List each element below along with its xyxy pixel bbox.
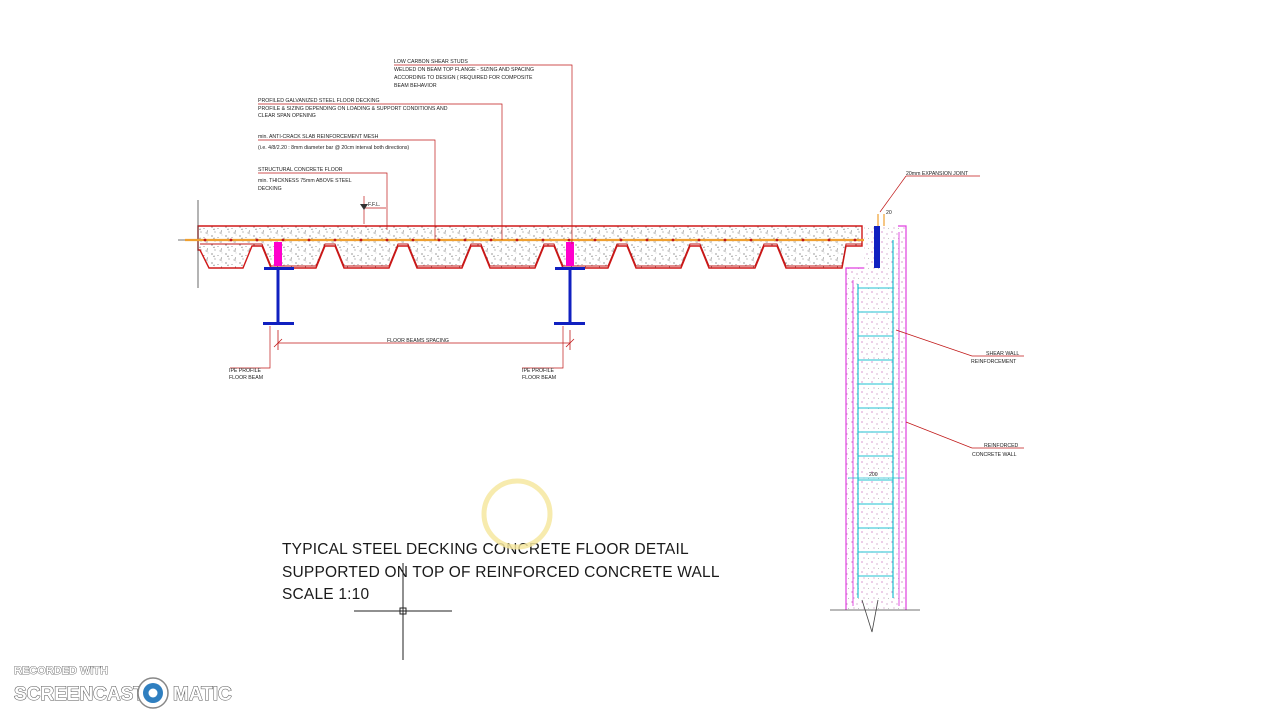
rebar-dot <box>801 238 805 242</box>
rebar-dot <box>619 238 623 242</box>
shear-studs-line3: ACCORDING TO DESIGN ( REQUIRED FOR COMPO… <box>394 75 533 81</box>
ffl-label: F.F.L. <box>368 202 380 208</box>
beam-right-label-line1: IPE PROFILE <box>522 368 555 374</box>
drawing-title: TYPICAL STEEL DECKING CONCRETE FLOOR DET… <box>282 541 720 603</box>
shear-studs-line4: BEAM BEHAVIOR <box>394 83 437 89</box>
shear-studs-note: LOW CARBON SHEAR STUDS WELDED ON BEAM TO… <box>394 59 534 89</box>
ffl-marker: F.F.L. <box>360 196 386 224</box>
beam-left-label-line2: FLOOR BEAM <box>229 375 263 381</box>
rebar-dot <box>827 238 831 242</box>
beam-right-label-line2: FLOOR BEAM <box>522 375 556 381</box>
rebar-dot <box>489 238 493 242</box>
watermark-screencast: SCREENCAST <box>14 684 145 705</box>
shear-stud <box>274 242 282 266</box>
rebar-dot <box>515 238 519 242</box>
screencast-watermark: RECORDED WITH SCREENCAST MATIC <box>14 665 233 709</box>
beam-left-label-line1: IPE PROFILE <box>229 368 262 374</box>
rebar-dot <box>671 238 675 242</box>
watermark-matic: MATIC <box>173 684 232 705</box>
rebar-dot <box>697 238 701 242</box>
rebar-dot <box>229 238 233 242</box>
rebar-dot <box>645 238 649 242</box>
rebar-dot <box>333 238 337 242</box>
rebar-dot <box>567 238 571 242</box>
cursor-highlight <box>481 478 553 550</box>
shear-studs-line1: LOW CARBON SHEAR STUDS <box>394 59 468 65</box>
rebar-dot <box>203 238 207 242</box>
shear-studs-line2: WELDED ON BEAM TOP FLANGE - SIZING AND S… <box>394 67 534 73</box>
rebar-dot <box>749 238 753 242</box>
rebar-dot <box>723 238 727 242</box>
rebar-dot <box>437 238 441 242</box>
rebar-dot <box>775 238 779 242</box>
rebar-dot <box>281 238 285 242</box>
beam-spacing-label: FLOOR BEAMS SPACING <box>387 338 449 344</box>
rc-wall-note: REINFORCED CONCRETE WALL <box>905 421 1024 458</box>
title-line3: SCALE 1:10 <box>282 586 369 603</box>
title-line2: SUPPORTED ON TOP OF REINFORCED CONCRETE … <box>282 564 720 581</box>
decking-line1: PROFILED GALVANIZED STEEL FLOOR DECKING <box>258 98 380 104</box>
shear-wall-note: SHEAR WALL REINFORCEMENT <box>895 329 1024 365</box>
concrete-floor-line2: min. THICKNESS 75mm ABOVE STEEL <box>258 178 352 184</box>
mesh-line2: (i.e. 4/8/2.20 : 8mm diameter bar @ 20cm… <box>258 145 409 151</box>
joint-dim-label: 20 <box>886 210 892 216</box>
expansion-joint-label: 20mm EXPANSION JOINT <box>906 171 969 177</box>
decking-note: PROFILED GALVANIZED STEEL FLOOR DECKING … <box>258 98 448 119</box>
cad-drawing: FLOOR BEAMS SPACING IPE PROFILE FLOOR BE… <box>178 59 1024 660</box>
watermark-recorded-with: RECORDED WITH <box>14 665 108 677</box>
drawing-canvas: FLOOR BEAMS SPACING IPE PROFILE FLOOR BE… <box>0 0 1280 720</box>
rebar-dot <box>385 238 389 242</box>
concrete-wall: 200 <box>830 225 920 633</box>
rebar-dot <box>853 238 857 242</box>
decking-line3: CLEAR SPAN OPENING <box>258 113 316 119</box>
rc-wall-line2: CONCRETE WALL <box>972 452 1017 458</box>
concrete-floor-line3: DECKING <box>258 186 282 192</box>
rebar-dot <box>411 238 415 242</box>
mesh-note: min. ANTI-CRACK SLAB REINFORCEMENT MESH … <box>258 134 409 151</box>
rebar-dot <box>307 238 311 242</box>
shear-wall-line2: REINFORCEMENT <box>971 359 1017 365</box>
annotation-leaders <box>258 64 573 244</box>
beam-left-label: IPE PROFILE FLOOR BEAM <box>229 326 271 381</box>
rebar-dot <box>541 238 545 242</box>
decking-line2: PROFILE & SIZING DEPENDING ON LOADING & … <box>258 106 448 112</box>
rebar-dot <box>593 238 597 242</box>
screencast-logo-icon <box>137 677 169 709</box>
concrete-floor-note: STRUCTURAL CONCRETE FLOOR min. THICKNESS… <box>258 167 352 192</box>
mesh-line1: min. ANTI-CRACK SLAB REINFORCEMENT MESH <box>258 134 379 140</box>
shear-wall-line1: SHEAR WALL <box>986 351 1019 357</box>
rebar-dot <box>463 238 467 242</box>
shear-stud <box>566 242 574 266</box>
rebar-dot <box>359 238 363 242</box>
concrete-floor-line1: STRUCTURAL CONCRETE FLOOR <box>258 167 343 173</box>
title-line1: TYPICAL STEEL DECKING CONCRETE FLOOR DET… <box>282 541 689 558</box>
wall-dim-label: 200 <box>869 472 878 478</box>
beam-right-label: IPE PROFILE FLOOR BEAM <box>522 326 564 381</box>
rebar-dot <box>255 238 259 242</box>
rc-wall-line1: REINFORCED <box>984 443 1019 449</box>
